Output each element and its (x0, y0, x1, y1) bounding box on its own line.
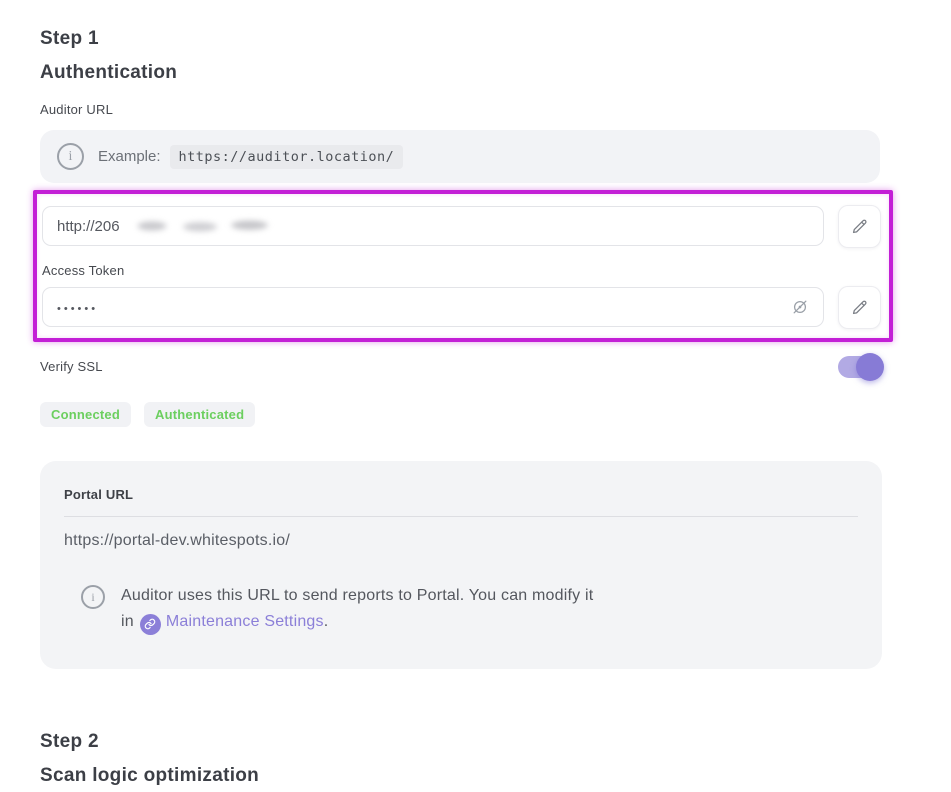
verify-ssl-label: Verify SSL (40, 359, 103, 374)
example-url-code: https://auditor.location/ (170, 145, 404, 169)
portal-note: i Auditor uses this URL to send reports … (64, 583, 858, 635)
portal-url-panel: Portal URL https://portal-dev.whitespots… (40, 461, 882, 669)
pencil-icon (850, 217, 869, 236)
step1-title: Authentication (40, 62, 177, 84)
status-badges: Connected Authenticated (40, 402, 255, 427)
maintenance-link-icon (140, 614, 161, 635)
info-icon: i (57, 143, 84, 170)
settings-page: Step 1 Authentication Auditor URL i Exam… (0, 0, 951, 792)
maintenance-settings-link[interactable]: Maintenance Settings (166, 613, 324, 630)
divider (64, 516, 858, 517)
portal-url-label: Portal URL (64, 487, 858, 502)
auditor-url-input[interactable]: http://206 (42, 206, 824, 246)
access-token-input[interactable]: •••••• (42, 287, 824, 327)
pencil-icon (850, 298, 869, 317)
redacted-url-blur (122, 218, 272, 234)
portal-note-suffix: . (324, 613, 329, 630)
step2-label: Step 2 (40, 731, 99, 753)
verify-ssl-toggle[interactable] (838, 353, 884, 381)
step2-title: Scan logic optimization (40, 765, 259, 787)
example-prefix: Example: (98, 148, 161, 165)
portal-url-value: https://portal-dev.whitespots.io/ (64, 532, 858, 550)
auditor-url-value: http://206 (57, 218, 120, 235)
portal-note-line2-prefix: in (121, 613, 134, 630)
step1-label: Step 1 (40, 28, 99, 50)
access-token-masked-value: •••••• (57, 299, 98, 315)
status-badge-authenticated: Authenticated (144, 402, 255, 427)
edit-access-token-button[interactable] (838, 286, 881, 329)
auditor-url-label: Auditor URL (40, 102, 113, 117)
eye-off-icon[interactable] (790, 297, 810, 317)
info-icon: i (81, 585, 105, 609)
toggle-knob (856, 353, 884, 381)
status-badge-connected: Connected (40, 402, 131, 427)
auditor-url-example-hint: i Example: https://auditor.location/ (40, 130, 880, 183)
portal-note-line1: Auditor uses this URL to send reports to… (121, 587, 593, 604)
access-token-label: Access Token (42, 263, 124, 278)
edit-auditor-url-button[interactable] (838, 205, 881, 248)
portal-note-text: Auditor uses this URL to send reports to… (121, 583, 593, 635)
